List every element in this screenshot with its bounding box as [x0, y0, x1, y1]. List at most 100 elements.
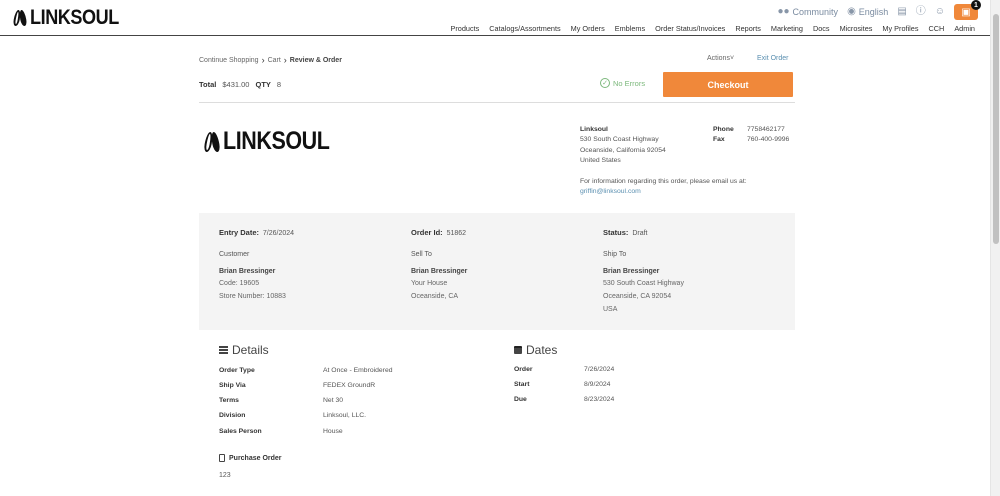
chevron-right-icon: ›: [261, 55, 265, 65]
cart-icon: ▣: [961, 6, 971, 18]
pdf-icon[interactable]: ▤: [897, 7, 906, 17]
cart-count-badge: 1: [971, 0, 981, 10]
scroll-thumb[interactable]: [993, 14, 999, 244]
ship-to-line1: 530 South Coast Highway: [603, 280, 684, 287]
sell-to-line1: Your House: [411, 280, 448, 287]
chevron-down-icon: ˅: [729, 55, 735, 62]
nav-my-profiles[interactable]: My Profiles: [882, 24, 918, 33]
checkout-button[interactable]: Checkout: [663, 72, 793, 97]
phone-label: Phone: [713, 126, 734, 133]
company-logo-text: LINKSOUL: [223, 127, 330, 155]
brand-logo[interactable]: LINKSOUL: [12, 6, 133, 30]
main-nav: Products Catalogs/Assortments My Orders …: [450, 24, 975, 33]
detail-value: At Once - Embroidered: [323, 367, 393, 374]
dates-list: Order 7/26/2024 Start 8/9/2024 Due 8/23/202…: [514, 362, 614, 407]
dates-heading: Dates: [514, 343, 557, 357]
community-link[interactable]: ●● Community: [777, 6, 839, 18]
actions-label: Actions: [707, 55, 730, 62]
divider: [199, 102, 795, 103]
order-totals: Total $431.00 QTY 8: [199, 80, 281, 89]
nav-reports[interactable]: Reports: [735, 24, 761, 33]
detail-label: Terms: [219, 397, 239, 404]
nav-cch[interactable]: CCH: [929, 24, 945, 33]
entry-date-label: Entry Date:: [219, 228, 260, 237]
user-icon[interactable]: ☺: [935, 7, 945, 17]
top-header: LINKSOUL ●● Community ◉ English ▤ ⓘ ☺ ▣ …: [0, 0, 990, 36]
date-value: 8/9/2024: [584, 381, 611, 388]
community-label: Community: [792, 7, 839, 17]
detail-value: House: [323, 428, 343, 435]
ship-to-line2: Oceanside, CA 92054: [603, 293, 672, 300]
customer-name: Brian Bressinger: [219, 268, 276, 275]
fax-value: 760-400-9996: [747, 136, 790, 144]
sell-to-column: Order Id: 51862 Sell To Brian Bressinger…: [411, 228, 467, 301]
help-icon[interactable]: ⓘ: [916, 7, 926, 17]
chevron-right-icon: ›: [283, 55, 287, 65]
qty-label: QTY: [255, 80, 271, 89]
contact-email-link[interactable]: griffin@linksoul.com: [580, 187, 747, 197]
globe-icon: ◉: [847, 6, 856, 17]
page-scrollbar[interactable]: [990, 0, 1000, 496]
company-address: Linksoul 530 South Coast Highway Oceansi…: [580, 125, 666, 166]
detail-value: FEDEX GroundR: [323, 382, 376, 389]
detail-value: Net 30: [323, 397, 344, 404]
nav-docs[interactable]: Docs: [813, 24, 830, 33]
company-contact: Phone 7758462177 Fax 760-400-9996: [713, 125, 789, 146]
cart-button[interactable]: ▣ 1: [954, 0, 981, 20]
nav-catalogs[interactable]: Catalogs/Assortments: [489, 24, 560, 33]
sell-to-name: Brian Bressinger: [411, 268, 468, 275]
entry-date-value: 7/26/2024: [262, 230, 295, 237]
phone-value: 7758462177: [747, 126, 785, 133]
nav-admin[interactable]: Admin: [954, 24, 975, 33]
order-id-label: Order Id:: [411, 228, 443, 237]
detail-value: Linksoul, LLC.: [323, 412, 367, 419]
nav-my-orders[interactable]: My Orders: [571, 24, 605, 33]
leaf-logo-icon: [203, 131, 221, 153]
dates-title: Dates: [526, 343, 558, 357]
date-label: Due: [514, 396, 527, 403]
date-value: 8/23/2024: [584, 396, 615, 403]
company-country: United States: [580, 156, 621, 164]
list-icon: [219, 346, 228, 354]
breadcrumb: Continue Shopping › Cart › Review & Orde…: [199, 55, 342, 65]
company-address1: 530 South Coast Highway: [580, 136, 659, 144]
customer-code: Code: 19605: [219, 280, 260, 287]
details-title: Details: [232, 343, 269, 357]
document-icon: [219, 454, 225, 462]
order-id-value: 51862: [446, 230, 467, 237]
nav-microsites[interactable]: Microsites: [840, 24, 873, 33]
status-label: Status:: [603, 228, 629, 237]
status-value: Draft: [632, 230, 648, 237]
ship-to-heading: Ship To: [603, 251, 627, 258]
calendar-icon: [514, 346, 522, 354]
details-heading: Details: [219, 343, 269, 357]
check-circle-icon: ✓: [600, 78, 610, 88]
fax-label: Fax: [713, 136, 725, 144]
language-label: English: [858, 7, 889, 17]
actions-dropdown[interactable]: Actions˅: [707, 55, 734, 62]
customer-heading: Customer: [219, 251, 250, 258]
contact-note: For information regarding this order, pl…: [580, 177, 747, 198]
brand-name: LINKSOUL: [30, 6, 119, 29]
users-icon: ●●: [777, 6, 790, 17]
qty-value: 8: [276, 80, 282, 89]
company-address2: Oceanside, California 92054: [580, 146, 666, 154]
ship-to-line3: USA: [603, 306, 618, 313]
language-selector[interactable]: ◉ English: [847, 6, 889, 18]
detail-label: Order Type: [219, 367, 255, 374]
nav-emblems[interactable]: Emblems: [615, 24, 645, 33]
purchase-order-label: Purchase Order: [229, 454, 282, 462]
exit-order-link[interactable]: Exit Order: [757, 55, 789, 62]
breadcrumb-cart[interactable]: Cart: [268, 57, 281, 64]
breadcrumb-continue-shopping[interactable]: Continue Shopping: [199, 57, 259, 64]
nav-order-status[interactable]: Order Status/Invoices: [655, 24, 725, 33]
detail-label: Sales Person: [219, 428, 262, 435]
nav-products[interactable]: Products: [450, 24, 479, 33]
company-logo: LINKSOUL: [203, 127, 347, 156]
total-label: Total: [199, 80, 217, 89]
detail-label: Ship Via: [219, 382, 246, 389]
nav-marketing[interactable]: Marketing: [771, 24, 803, 33]
purchase-order-heading: Purchase Order: [219, 454, 282, 462]
date-label: Start: [514, 381, 530, 388]
order-info-panel: Entry Date: 7/26/2024 Customer Brian Bre…: [199, 213, 795, 330]
